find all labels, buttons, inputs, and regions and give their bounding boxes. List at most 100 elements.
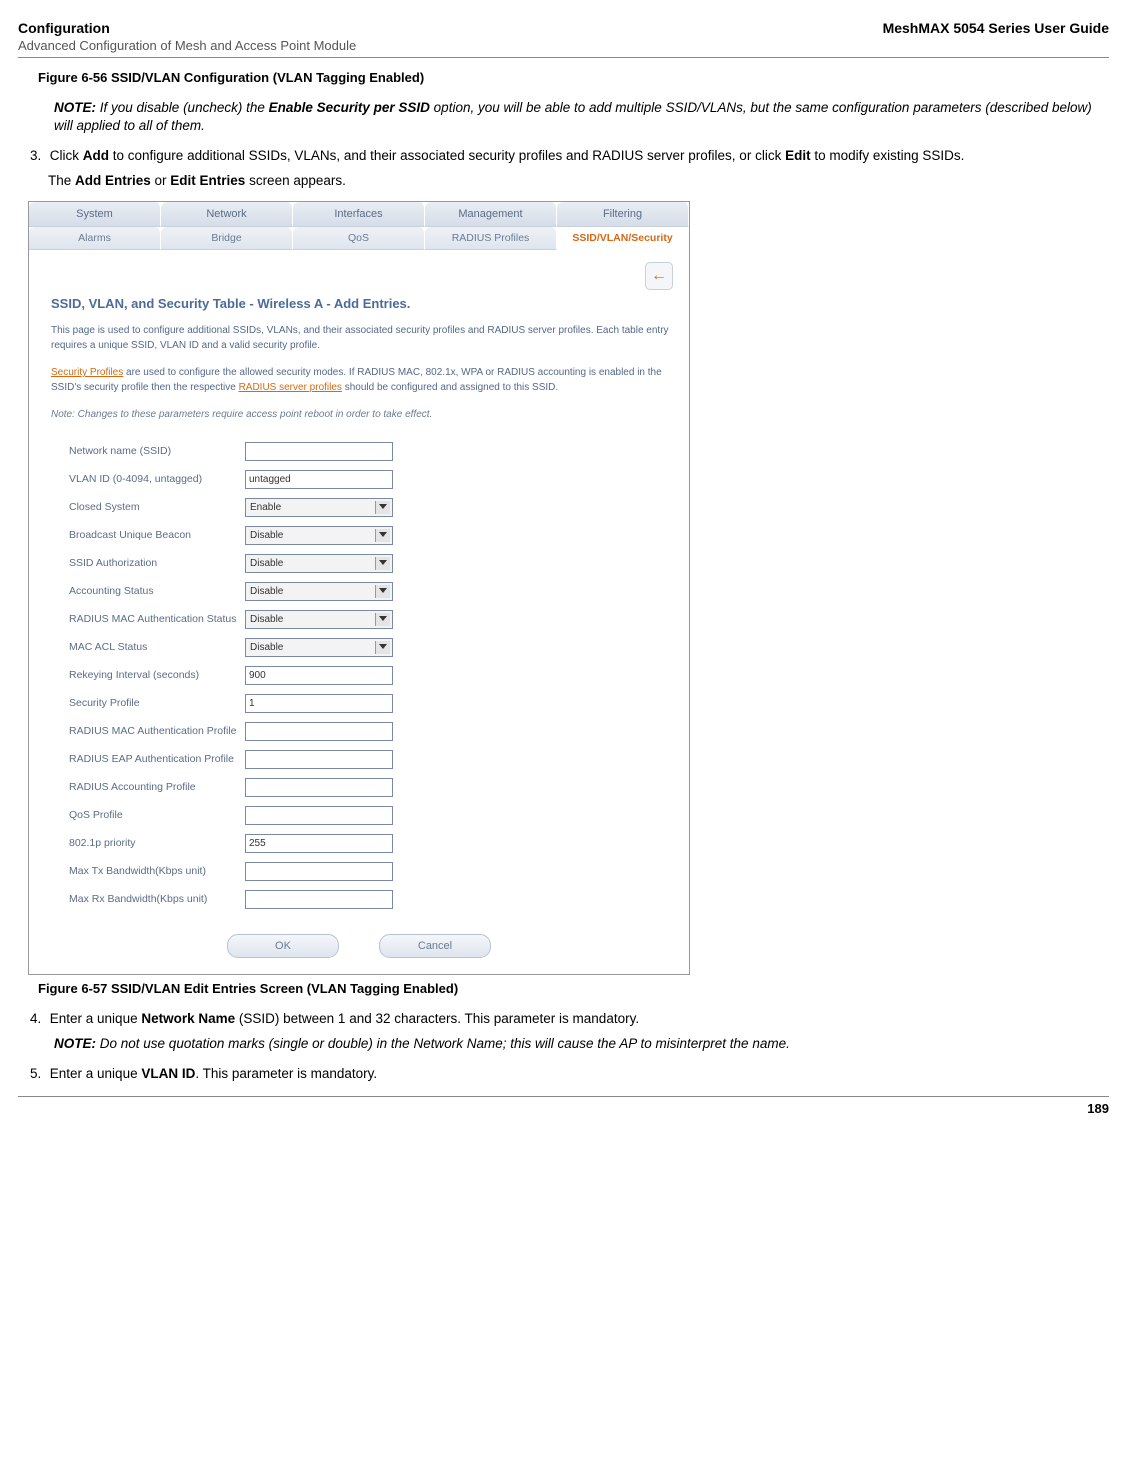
- step4-b1: Network Name: [141, 1011, 235, 1026]
- form-row: RADIUS MAC Authentication Profile: [69, 720, 673, 742]
- panel-para1: This page is used to configure additiona…: [51, 323, 673, 353]
- form-row: 802.1p priority: [69, 832, 673, 854]
- form-input[interactable]: [245, 750, 393, 769]
- tab-filtering[interactable]: Filtering: [557, 202, 689, 227]
- form-row: Max Rx Bandwidth(Kbps unit): [69, 888, 673, 910]
- select-value: Disable: [250, 558, 283, 569]
- tab-management[interactable]: Management: [425, 202, 557, 227]
- divider-bottom: [18, 1096, 1109, 1097]
- form-label: Network name (SSID): [69, 445, 245, 458]
- form-row: QoS Profile: [69, 804, 673, 826]
- form-area: Network name (SSID)VLAN ID (0-4094, unta…: [69, 440, 673, 910]
- form-label: Closed System: [69, 501, 245, 514]
- form-label: Accounting Status: [69, 585, 245, 598]
- cancel-button[interactable]: Cancel: [379, 934, 491, 958]
- note-1: NOTE: If you disable (uncheck) the Enabl…: [54, 99, 1109, 135]
- note1-label: NOTE:: [54, 100, 96, 115]
- form-input[interactable]: [245, 442, 393, 461]
- form-input[interactable]: [245, 806, 393, 825]
- chevron-down-icon: [379, 532, 387, 537]
- divider-top: [18, 57, 1109, 58]
- form-row: Closed SystemEnable: [69, 496, 673, 518]
- step3-l2-post: screen appears.: [245, 173, 346, 188]
- form-input[interactable]: [245, 666, 393, 685]
- form-row: Security Profile: [69, 692, 673, 714]
- step-4: 4. Enter a unique Network Name (SSID) be…: [30, 1010, 1109, 1029]
- page-number: 189: [18, 1101, 1109, 1116]
- panel-para3: Note: Changes to these parameters requir…: [51, 407, 673, 422]
- tab-alarms[interactable]: Alarms: [29, 227, 161, 250]
- form-row: Max Tx Bandwidth(Kbps unit): [69, 860, 673, 882]
- app-screenshot: System Network Interfaces Management Fil…: [28, 201, 690, 975]
- form-row: Network name (SSID): [69, 440, 673, 462]
- form-label: RADIUS MAC Authentication Status: [69, 613, 245, 626]
- tab-ssid-vlan-security[interactable]: SSID/VLAN/Security: [557, 227, 689, 250]
- form-label: 802.1p priority: [69, 837, 245, 850]
- tab-network[interactable]: Network: [161, 202, 293, 227]
- form-select[interactable]: Enable: [245, 498, 393, 517]
- form-input[interactable]: [245, 470, 393, 489]
- step4-pre: Enter a unique: [50, 1011, 142, 1026]
- step3-num: 3.: [30, 147, 46, 166]
- step5-pre: Enter a unique: [50, 1066, 142, 1081]
- form-label: RADIUS Accounting Profile: [69, 781, 245, 794]
- step-5: 5. Enter a unique VLAN ID. This paramete…: [30, 1065, 1109, 1084]
- tab-interfaces[interactable]: Interfaces: [293, 202, 425, 227]
- form-row: RADIUS EAP Authentication Profile: [69, 748, 673, 770]
- back-button[interactable]: ←: [645, 262, 673, 290]
- form-label: QoS Profile: [69, 809, 245, 822]
- step5-b1: VLAN ID: [141, 1066, 195, 1081]
- tab-qos[interactable]: QoS: [293, 227, 425, 250]
- form-select[interactable]: Disable: [245, 554, 393, 573]
- back-arrow-icon: ←: [651, 267, 667, 285]
- step4-num: 4.: [30, 1010, 46, 1029]
- step3-l2-mid: or: [151, 173, 171, 188]
- tab-radius-profiles[interactable]: RADIUS Profiles: [425, 227, 557, 250]
- secondary-tabs: Alarms Bridge QoS RADIUS Profiles SSID/V…: [29, 227, 689, 250]
- tab-system[interactable]: System: [29, 202, 161, 227]
- form-select[interactable]: Disable: [245, 526, 393, 545]
- select-value: Disable: [250, 614, 283, 625]
- form-input[interactable]: [245, 862, 393, 881]
- form-row: RADIUS Accounting Profile: [69, 776, 673, 798]
- form-select[interactable]: Disable: [245, 638, 393, 657]
- form-label: Broadcast Unique Beacon: [69, 529, 245, 542]
- form-row: Accounting StatusDisable: [69, 580, 673, 602]
- note-2: NOTE: Do not use quotation marks (single…: [54, 1035, 1109, 1053]
- note2-text: Do not use quotation marks (single or do…: [100, 1036, 790, 1051]
- form-row: RADIUS MAC Authentication Status Disable: [69, 608, 673, 630]
- header-left: Configuration: [18, 20, 110, 36]
- form-input[interactable]: [245, 834, 393, 853]
- tab-bridge[interactable]: Bridge: [161, 227, 293, 250]
- form-row: MAC ACL Status Disable: [69, 636, 673, 658]
- form-label: MAC ACL Status: [69, 641, 245, 654]
- header-right: MeshMAX 5054 Series User Guide: [883, 20, 1109, 36]
- link-radius-server-profiles[interactable]: RADIUS server profiles: [239, 382, 342, 393]
- form-label: RADIUS MAC Authentication Profile: [69, 725, 245, 738]
- form-input[interactable]: [245, 722, 393, 741]
- select-value: Disable: [250, 530, 283, 541]
- form-input[interactable]: [245, 890, 393, 909]
- form-input[interactable]: [245, 694, 393, 713]
- para2-end: should be configured and assigned to thi…: [342, 382, 558, 393]
- ok-button[interactable]: OK: [227, 934, 339, 958]
- chevron-down-icon: [379, 560, 387, 565]
- select-value: Disable: [250, 642, 283, 653]
- form-select[interactable]: Disable: [245, 582, 393, 601]
- form-row: SSID AuthorizationDisable: [69, 552, 673, 574]
- figure-57-caption: Figure 6-57 SSID/VLAN Edit Entries Scree…: [38, 981, 1109, 996]
- form-input[interactable]: [245, 778, 393, 797]
- form-label: Rekeying Interval (seconds): [69, 669, 245, 682]
- panel-para2: Security Profiles are used to configure …: [51, 365, 673, 395]
- step3-pre: Click: [50, 148, 83, 163]
- chevron-down-icon: [379, 616, 387, 621]
- form-label: RADIUS EAP Authentication Profile: [69, 753, 245, 766]
- form-select[interactable]: Disable: [245, 610, 393, 629]
- form-label: Max Rx Bandwidth(Kbps unit): [69, 893, 245, 906]
- step3-l2-pre: The: [48, 173, 75, 188]
- link-security-profiles[interactable]: Security Profiles: [51, 367, 123, 378]
- step-3-line2: The Add Entries or Edit Entries screen a…: [48, 172, 1109, 191]
- step3-l2-b2: Edit Entries: [170, 173, 245, 188]
- button-row: OK Cancel: [45, 934, 673, 958]
- step5-post: . This parameter is mandatory.: [195, 1066, 377, 1081]
